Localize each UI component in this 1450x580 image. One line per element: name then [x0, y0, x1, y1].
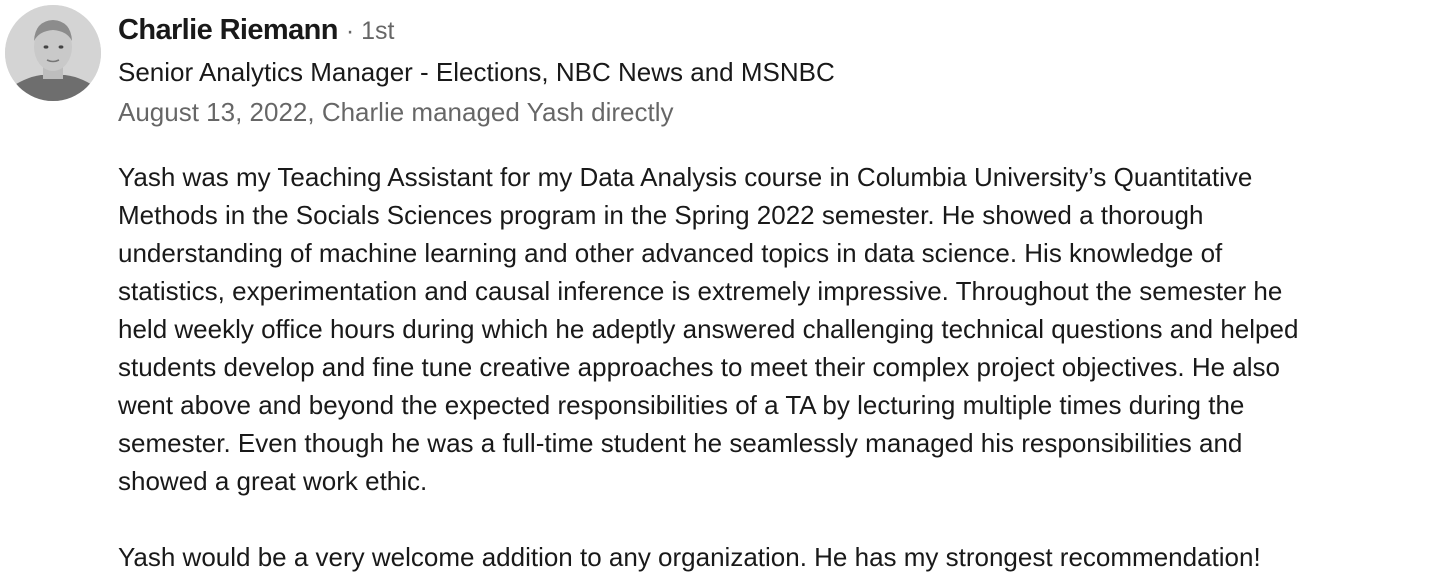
profile-photo-icon	[5, 5, 101, 101]
avatar[interactable]	[5, 5, 101, 101]
paragraph-line: Yash would be a very welcome addition to…	[118, 542, 1261, 572]
author-headline: Senior Analytics Manager - Elections, NB…	[118, 57, 835, 87]
paragraph-line: held weekly office hours during which he…	[118, 314, 1299, 344]
recommendation-paragraph: Yash was my Teaching Assistant for my Da…	[118, 158, 1448, 500]
recommendation-meta: August 13, 2022, Charlie managed Yash di…	[118, 97, 674, 127]
paragraph-line: went above and beyond the expected respo…	[118, 390, 1245, 420]
name-row: Charlie Riemann · 1st	[118, 8, 1450, 52]
paragraph-line: understanding of machine learning and ot…	[118, 238, 1223, 268]
paragraph-line: Yash was my Teaching Assistant for my Da…	[118, 162, 1253, 192]
paragraph-line: semester. Even though he was a full-time…	[118, 428, 1243, 458]
paragraph-line: Methods in the Socials Sciences program …	[118, 200, 1204, 230]
recommendation-paragraph: Yash would be a very welcome addition to…	[118, 538, 1448, 576]
paragraph-line: statistics, experimentation and causal i…	[118, 276, 1283, 306]
recommendation-header: Charlie Riemann · 1st Senior Analytics M…	[118, 8, 1450, 132]
paragraph-line: students develop and fine tune creative …	[118, 352, 1281, 382]
recommendation-card: Charlie Riemann · 1st Senior Analytics M…	[0, 0, 1450, 580]
recommendation-body: Yash was my Teaching Assistant for my Da…	[118, 158, 1448, 576]
connection-degree: · 1st	[345, 17, 395, 45]
paragraph-line: showed a great work ethic.	[118, 466, 428, 496]
author-name[interactable]: Charlie Riemann	[118, 8, 338, 52]
